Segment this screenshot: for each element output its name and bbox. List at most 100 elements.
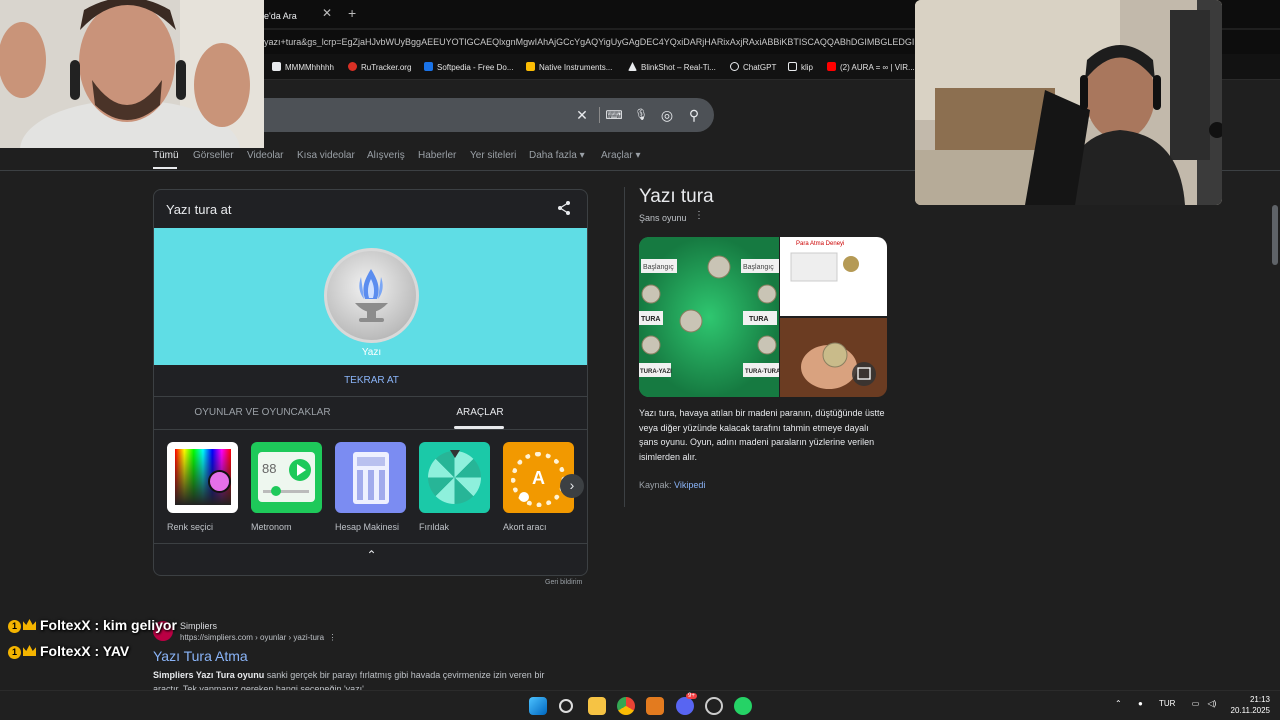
result-url[interactable]: https://simpliers.com › oyunlar › yazi-t…	[180, 633, 337, 642]
chat-text: : kim geliyor	[90, 617, 177, 633]
page-scrollbar[interactable]	[1270, 205, 1280, 685]
bookmark-item[interactable]: (2) AURA = ∞ | VIR...	[827, 62, 915, 72]
clear-icon[interactable]: ✕	[573, 106, 591, 124]
tab-title: le'da Ara	[262, 11, 297, 21]
kp-image-gallery[interactable]: Başlangıç Başlangıç TURA TURA TURA-YAZI …	[639, 237, 887, 397]
active-tab-indicator	[153, 167, 177, 169]
coin-area[interactable]: Yazı	[154, 228, 587, 365]
more-options-icon[interactable]: ⋮	[329, 633, 337, 642]
chat-user: FoltexX	[40, 617, 91, 633]
tool-color-picker[interactable]: Renk seçici	[167, 442, 239, 532]
kp-subtitle: Şans oyunu	[639, 213, 687, 223]
coin-icon[interactable]	[324, 248, 419, 343]
share-icon[interactable]	[556, 200, 572, 216]
file-explorer-icon[interactable]	[588, 697, 606, 715]
tab-images[interactable]: Görseller	[193, 150, 234, 161]
folder-icon	[788, 62, 797, 71]
result-site-name[interactable]: Simpliers	[180, 621, 217, 631]
tool-calculator[interactable]: Hesap Makinesi	[335, 442, 407, 532]
calculator-icon	[335, 442, 406, 513]
tool-spinner[interactable]: Fırıldak	[419, 442, 491, 532]
kp-img-label: Para Atma Deneyi	[796, 241, 844, 247]
bookmark-item[interactable]: Native Instruments...	[526, 62, 612, 72]
kp-img-label: TURA-YAZI	[640, 369, 672, 375]
mic-icon[interactable]: 🎙	[632, 106, 650, 124]
lens-icon[interactable]: ◎	[658, 106, 676, 124]
kp-img-label: TURA-TURA	[745, 369, 781, 375]
keyboard-icon[interactable]: ⌨	[605, 106, 623, 124]
tab-games-toys[interactable]: OYUNLAR VE OYUNCAKLAR	[154, 397, 371, 429]
tool-label: Metronom	[251, 522, 292, 532]
chat-message: 1 FoltexX : YAV	[8, 643, 129, 659]
tab-close-icon[interactable]: ✕	[322, 6, 332, 20]
collapse-icon[interactable]: ⌃	[154, 548, 587, 562]
windows-start-icon[interactable]	[529, 697, 547, 715]
bookmark-item[interactable]: RuTracker.org	[348, 62, 411, 72]
chrome-icon[interactable]	[617, 697, 635, 715]
chatgpt-icon	[730, 62, 739, 71]
whatsapp-icon[interactable]	[734, 697, 752, 715]
language-indicator[interactable]: TUR	[1159, 699, 1175, 708]
tab-shopping[interactable]: Alışveriş	[367, 150, 405, 161]
tab-news[interactable]: Haberler	[418, 150, 456, 161]
more-options-icon[interactable]: ⋮	[694, 210, 704, 221]
softpedia-icon	[424, 62, 433, 71]
clock[interactable]: 21:13 20.11.2025	[1226, 694, 1270, 716]
bookmark-item[interactable]: BlinkShot – Real-Ti...	[628, 62, 716, 72]
metronome-bpm: 88	[262, 461, 277, 476]
tab-short-videos[interactable]: Kısa videolar	[297, 150, 355, 161]
search-icon[interactable]	[559, 699, 573, 713]
chevron-right-icon[interactable]: ›	[560, 474, 584, 498]
display-icon[interactable]: ▭	[1192, 699, 1200, 708]
chat-text: : YAV	[90, 643, 130, 659]
kp-img-label: Başlangıç	[743, 264, 774, 271]
discord-icon[interactable]: 9+	[676, 693, 697, 715]
color-picker-icon	[167, 442, 238, 513]
discord-badge: 9+	[686, 693, 697, 699]
tool-label: Fırıldak	[419, 522, 450, 532]
kp-img-label: Başlangıç	[643, 264, 674, 271]
bookmark-item[interactable]: ChatGPT	[730, 62, 776, 72]
volume-icon[interactable]: ◁)	[1208, 699, 1217, 708]
kp-img-label: TURA	[749, 316, 768, 323]
scroll-thumb[interactable]	[1272, 205, 1278, 265]
kp-source-label: Kaynak:	[639, 480, 672, 490]
obs-icon[interactable]	[705, 697, 723, 715]
bookmark-item[interactable]: klip	[788, 62, 813, 72]
tab-more[interactable]: Daha fazla ▾	[529, 150, 585, 161]
mic-icon[interactable]: ●	[1138, 699, 1143, 708]
kp-images-svg: Başlangıç Başlangıç TURA TURA TURA-YAZI …	[639, 237, 887, 397]
new-tab-icon[interactable]: +	[348, 5, 356, 21]
search-divider	[599, 107, 600, 123]
blinkshot-icon	[628, 62, 637, 71]
crown-icon	[23, 645, 36, 656]
url-text[interactable]: yazı+tura&gs_lcrp=EgZjaHJvbWUyBggAEEUYOT…	[264, 37, 914, 47]
result-title-link[interactable]: Yazı Tura Atma	[153, 648, 248, 664]
feedback-link[interactable]: Geri bildirim	[545, 579, 582, 586]
kp-img-label: TURA	[641, 316, 660, 323]
taskbar: 9+ ⌃ ● TUR ▭ ◁) 21:13 20.11.2025	[0, 690, 1280, 720]
bookmark-item[interactable]: MMMMhhhhh	[272, 62, 334, 72]
rutracker-icon	[348, 62, 357, 71]
search-icon[interactable]: ⚲	[685, 106, 703, 124]
tab-tools[interactable]: Araçlar ▾	[601, 150, 640, 161]
coin-result: Yazı	[361, 347, 382, 358]
wikipedia-link[interactable]: Vikipedi	[674, 480, 705, 490]
app-icon[interactable]	[646, 697, 664, 715]
tab-places[interactable]: Yer siteleri	[470, 150, 516, 161]
tool-label: Renk seçici	[167, 522, 214, 532]
tab-videos[interactable]: Videolar	[247, 150, 284, 161]
kp-title: Yazı tura	[639, 186, 714, 207]
tray-expand-icon[interactable]: ⌃	[1115, 699, 1122, 708]
tab-tools-card[interactable]: ARAÇLAR	[371, 397, 587, 429]
clock-date: 20.11.2025	[1230, 706, 1270, 715]
bookmark-item[interactable]: Softpedia - Free Do...	[424, 62, 513, 72]
system-tray: ⌃ ● TUR ▭ ◁)	[1115, 699, 1216, 708]
flip-again-button[interactable]: TEKRAR AT	[154, 365, 587, 397]
youtube-icon	[827, 62, 836, 71]
tool-label: Hesap Makinesi	[335, 522, 400, 532]
tool-metronome[interactable]: 88 Metronom	[251, 442, 323, 532]
kp-source: Kaynak: Vikipedi	[639, 480, 705, 490]
tab-all[interactable]: Tümü	[153, 150, 179, 161]
tabs-divider	[154, 429, 587, 430]
